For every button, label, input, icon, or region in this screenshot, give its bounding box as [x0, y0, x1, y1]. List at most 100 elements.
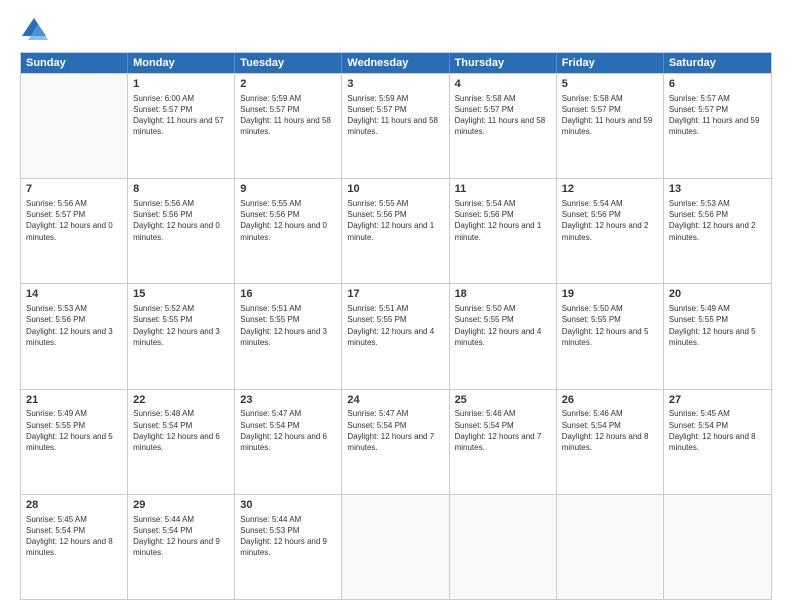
day-number: 19: [562, 287, 658, 302]
day-number: 30: [240, 498, 336, 513]
day-info: Sunrise: 5:49 AMSunset: 5:55 PMDaylight:…: [669, 303, 766, 348]
calendar-cell: 19Sunrise: 5:50 AMSunset: 5:55 PMDayligh…: [557, 284, 664, 388]
header-day-saturday: Saturday: [664, 53, 771, 73]
calendar-cell: 22Sunrise: 5:48 AMSunset: 5:54 PMDayligh…: [128, 390, 235, 494]
calendar-cell: 1Sunrise: 6:00 AMSunset: 5:57 PMDaylight…: [128, 74, 235, 178]
day-number: 9: [240, 182, 336, 197]
day-number: 28: [26, 498, 122, 513]
calendar-cell: 13Sunrise: 5:53 AMSunset: 5:56 PMDayligh…: [664, 179, 771, 283]
day-number: 29: [133, 498, 229, 513]
calendar: SundayMondayTuesdayWednesdayThursdayFrid…: [20, 52, 772, 600]
day-info: Sunrise: 5:50 AMSunset: 5:55 PMDaylight:…: [562, 303, 658, 348]
day-info: Sunrise: 5:54 AMSunset: 5:56 PMDaylight:…: [455, 198, 551, 243]
day-info: Sunrise: 5:53 AMSunset: 5:56 PMDaylight:…: [669, 198, 766, 243]
day-info: Sunrise: 5:49 AMSunset: 5:55 PMDaylight:…: [26, 408, 122, 453]
day-number: 13: [669, 182, 766, 197]
day-number: 24: [347, 393, 443, 408]
calendar-row-0: 1Sunrise: 6:00 AMSunset: 5:57 PMDaylight…: [21, 73, 771, 178]
day-number: 22: [133, 393, 229, 408]
day-number: 2: [240, 77, 336, 92]
header: [20, 16, 772, 44]
calendar-cell: 6Sunrise: 5:57 AMSunset: 5:57 PMDaylight…: [664, 74, 771, 178]
calendar-row-4: 28Sunrise: 5:45 AMSunset: 5:54 PMDayligh…: [21, 494, 771, 599]
calendar-cell: [557, 495, 664, 599]
calendar-row-3: 21Sunrise: 5:49 AMSunset: 5:55 PMDayligh…: [21, 389, 771, 494]
calendar-cell: [21, 74, 128, 178]
calendar-row-2: 14Sunrise: 5:53 AMSunset: 5:56 PMDayligh…: [21, 283, 771, 388]
calendar-cell: 7Sunrise: 5:56 AMSunset: 5:57 PMDaylight…: [21, 179, 128, 283]
day-info: Sunrise: 5:56 AMSunset: 5:57 PMDaylight:…: [26, 198, 122, 243]
calendar-cell: [342, 495, 449, 599]
day-info: Sunrise: 5:45 AMSunset: 5:54 PMDaylight:…: [669, 408, 766, 453]
calendar-cell: 23Sunrise: 5:47 AMSunset: 5:54 PMDayligh…: [235, 390, 342, 494]
calendar-cell: 26Sunrise: 5:46 AMSunset: 5:54 PMDayligh…: [557, 390, 664, 494]
day-number: 21: [26, 393, 122, 408]
calendar-cell: 5Sunrise: 5:58 AMSunset: 5:57 PMDaylight…: [557, 74, 664, 178]
calendar-cell: 14Sunrise: 5:53 AMSunset: 5:56 PMDayligh…: [21, 284, 128, 388]
day-info: Sunrise: 5:58 AMSunset: 5:57 PMDaylight:…: [455, 93, 551, 138]
header-day-friday: Friday: [557, 53, 664, 73]
day-number: 18: [455, 287, 551, 302]
calendar-body: 1Sunrise: 6:00 AMSunset: 5:57 PMDaylight…: [21, 73, 771, 599]
day-number: 3: [347, 77, 443, 92]
day-info: Sunrise: 5:46 AMSunset: 5:54 PMDaylight:…: [455, 408, 551, 453]
calendar-cell: 20Sunrise: 5:49 AMSunset: 5:55 PMDayligh…: [664, 284, 771, 388]
calendar-cell: 9Sunrise: 5:55 AMSunset: 5:56 PMDaylight…: [235, 179, 342, 283]
calendar-cell: 2Sunrise: 5:59 AMSunset: 5:57 PMDaylight…: [235, 74, 342, 178]
calendar-cell: 15Sunrise: 5:52 AMSunset: 5:55 PMDayligh…: [128, 284, 235, 388]
day-number: 17: [347, 287, 443, 302]
calendar-row-1: 7Sunrise: 5:56 AMSunset: 5:57 PMDaylight…: [21, 178, 771, 283]
day-number: 10: [347, 182, 443, 197]
day-number: 16: [240, 287, 336, 302]
calendar-cell: 10Sunrise: 5:55 AMSunset: 5:56 PMDayligh…: [342, 179, 449, 283]
calendar-cell: [664, 495, 771, 599]
calendar-cell: 4Sunrise: 5:58 AMSunset: 5:57 PMDaylight…: [450, 74, 557, 178]
calendar-cell: 24Sunrise: 5:47 AMSunset: 5:54 PMDayligh…: [342, 390, 449, 494]
logo: [20, 16, 52, 44]
day-info: Sunrise: 5:44 AMSunset: 5:54 PMDaylight:…: [133, 514, 229, 559]
header-day-monday: Monday: [128, 53, 235, 73]
header-day-wednesday: Wednesday: [342, 53, 449, 73]
header-day-thursday: Thursday: [450, 53, 557, 73]
calendar-cell: 18Sunrise: 5:50 AMSunset: 5:55 PMDayligh…: [450, 284, 557, 388]
calendar-cell: 8Sunrise: 5:56 AMSunset: 5:56 PMDaylight…: [128, 179, 235, 283]
day-info: Sunrise: 5:55 AMSunset: 5:56 PMDaylight:…: [347, 198, 443, 243]
day-number: 8: [133, 182, 229, 197]
day-info: Sunrise: 5:51 AMSunset: 5:55 PMDaylight:…: [347, 303, 443, 348]
day-number: 26: [562, 393, 658, 408]
day-number: 27: [669, 393, 766, 408]
day-info: Sunrise: 5:56 AMSunset: 5:56 PMDaylight:…: [133, 198, 229, 243]
calendar-cell: 25Sunrise: 5:46 AMSunset: 5:54 PMDayligh…: [450, 390, 557, 494]
calendar-cell: 17Sunrise: 5:51 AMSunset: 5:55 PMDayligh…: [342, 284, 449, 388]
header-day-sunday: Sunday: [21, 53, 128, 73]
day-info: Sunrise: 5:54 AMSunset: 5:56 PMDaylight:…: [562, 198, 658, 243]
day-info: Sunrise: 5:52 AMSunset: 5:55 PMDaylight:…: [133, 303, 229, 348]
day-info: Sunrise: 5:47 AMSunset: 5:54 PMDaylight:…: [347, 408, 443, 453]
day-info: Sunrise: 5:47 AMSunset: 5:54 PMDaylight:…: [240, 408, 336, 453]
day-info: Sunrise: 5:45 AMSunset: 5:54 PMDaylight:…: [26, 514, 122, 559]
page: SundayMondayTuesdayWednesdayThursdayFrid…: [0, 0, 792, 612]
calendar-cell: [450, 495, 557, 599]
calendar-cell: 28Sunrise: 5:45 AMSunset: 5:54 PMDayligh…: [21, 495, 128, 599]
day-number: 5: [562, 77, 658, 92]
day-number: 23: [240, 393, 336, 408]
calendar-cell: 12Sunrise: 5:54 AMSunset: 5:56 PMDayligh…: [557, 179, 664, 283]
calendar-cell: 29Sunrise: 5:44 AMSunset: 5:54 PMDayligh…: [128, 495, 235, 599]
day-info: Sunrise: 5:50 AMSunset: 5:55 PMDaylight:…: [455, 303, 551, 348]
calendar-header: SundayMondayTuesdayWednesdayThursdayFrid…: [21, 53, 771, 73]
day-info: Sunrise: 5:51 AMSunset: 5:55 PMDaylight:…: [240, 303, 336, 348]
calendar-cell: 27Sunrise: 5:45 AMSunset: 5:54 PMDayligh…: [664, 390, 771, 494]
calendar-cell: 16Sunrise: 5:51 AMSunset: 5:55 PMDayligh…: [235, 284, 342, 388]
day-info: Sunrise: 6:00 AMSunset: 5:57 PMDaylight:…: [133, 93, 229, 138]
day-info: Sunrise: 5:57 AMSunset: 5:57 PMDaylight:…: [669, 93, 766, 138]
day-info: Sunrise: 5:55 AMSunset: 5:56 PMDaylight:…: [240, 198, 336, 243]
day-number: 14: [26, 287, 122, 302]
day-number: 25: [455, 393, 551, 408]
day-number: 7: [26, 182, 122, 197]
day-info: Sunrise: 5:59 AMSunset: 5:57 PMDaylight:…: [240, 93, 336, 138]
day-info: Sunrise: 5:46 AMSunset: 5:54 PMDaylight:…: [562, 408, 658, 453]
day-info: Sunrise: 5:58 AMSunset: 5:57 PMDaylight:…: [562, 93, 658, 138]
logo-icon: [20, 16, 48, 44]
day-number: 12: [562, 182, 658, 197]
calendar-cell: 11Sunrise: 5:54 AMSunset: 5:56 PMDayligh…: [450, 179, 557, 283]
